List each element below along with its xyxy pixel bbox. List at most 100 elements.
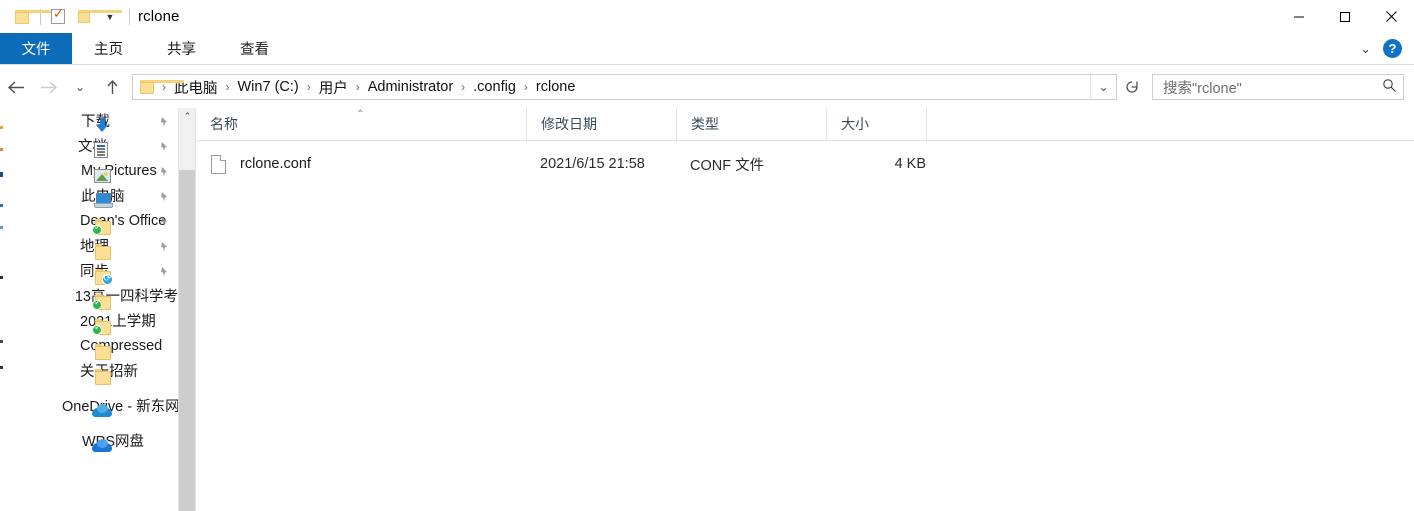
- address-bar: ⌄ › 此电脑 › Win7 (C:) › 用户 › Administrator…: [0, 66, 1414, 108]
- document-icon: [94, 142, 108, 158]
- maximize-button[interactable]: [1322, 0, 1368, 33]
- this-pc-icon: [94, 192, 113, 208]
- breadcrumb-separator: ›: [225, 80, 230, 94]
- scroll-up-arrow-icon[interactable]: ⌃: [179, 108, 196, 125]
- column-header-label: 名称: [210, 116, 238, 132]
- ribbon-tab-bar: 文件 主页 共享 查看 ⌄ ?: [0, 33, 1414, 65]
- window-edge-clip: [0, 108, 3, 511]
- up-button[interactable]: [96, 71, 128, 103]
- search-icon[interactable]: [1382, 78, 1397, 96]
- tab-file[interactable]: 文件: [0, 33, 72, 64]
- conf-file-icon: [210, 154, 226, 174]
- pin-icon[interactable]: [158, 115, 170, 127]
- search-box[interactable]: 搜索"rclone": [1152, 74, 1404, 100]
- pin-icon[interactable]: [158, 215, 170, 227]
- sidebar-item-wps-cloud[interactable]: WPS网盘: [0, 428, 178, 453]
- folder-sync-icon: [92, 219, 111, 235]
- folder-sync-icon: [92, 319, 111, 335]
- breadcrumb-item-config[interactable]: .config: [469, 79, 520, 95]
- file-size: 4 KB: [894, 156, 926, 172]
- sidebar-item-13gaoyi[interactable]: 13高一四科学考: [0, 283, 178, 310]
- breadcrumb-item-win7-c[interactable]: Win7 (C:): [234, 79, 303, 95]
- sidebar-scrollbar[interactable]: ⌃: [178, 108, 196, 511]
- address-dropdown-chevron-down-icon[interactable]: ⌄: [1090, 75, 1116, 99]
- quick-access-toolbar: ▼ rclone: [0, 0, 179, 33]
- pin-icon[interactable]: [158, 265, 170, 277]
- column-header-type[interactable]: 类型: [676, 107, 826, 141]
- sidebar-item-my-pictures[interactable]: My Pictures: [0, 158, 178, 183]
- column-header-date-modified[interactable]: 修改日期: [526, 107, 676, 141]
- sidebar-group-spacer: [0, 383, 178, 393]
- sidebar-item-label: Compressed: [80, 337, 163, 354]
- pin-icon[interactable]: [158, 240, 170, 252]
- folder-icon: [94, 244, 111, 260]
- table-row[interactable]: rclone.conf 2021/6/15 21:58 CONF 文件 4 KB: [196, 149, 1414, 179]
- sidebar-item-downloads[interactable]: 下载: [0, 108, 178, 133]
- pin-icon[interactable]: [158, 190, 170, 202]
- refresh-button[interactable]: [1118, 74, 1146, 100]
- breadcrumb-item-rclone[interactable]: rclone: [532, 79, 580, 95]
- breadcrumb-separator: ›: [461, 80, 466, 94]
- sidebar-item-2021-semester[interactable]: 2021上学期: [0, 308, 178, 335]
- breadcrumb-bar[interactable]: › 此电脑 › Win7 (C:) › 用户 › Administrator ›…: [132, 74, 1117, 100]
- qat-folder-icon[interactable]: [10, 4, 59, 30]
- sidebar-item-deans-office[interactable]: Dean's Office: [0, 208, 178, 235]
- sidebar-group-spacer: [0, 418, 178, 428]
- new-folder-icon[interactable]: [71, 4, 122, 30]
- recent-locations-chevron-down-icon[interactable]: ⌄: [64, 71, 96, 103]
- breadcrumb-item-users[interactable]: 用户: [315, 77, 352, 98]
- ribbon-expand-chevron-down-icon[interactable]: ⌄: [1360, 41, 1371, 57]
- breadcrumb-separator: ›: [306, 80, 311, 94]
- properties-icon[interactable]: [45, 4, 71, 30]
- breadcrumb-folder-icon: [140, 80, 184, 94]
- scrollbar-thumb[interactable]: [179, 170, 196, 511]
- column-header-name[interactable]: 名称 ⌃: [196, 108, 526, 141]
- pin-icon[interactable]: [158, 140, 170, 152]
- folder-icon: [94, 369, 111, 385]
- breadcrumb-separator: ›: [355, 80, 360, 94]
- file-explorer-window: ▼ rclone 文件 主页 共享 查看 ⌄ ?: [0, 0, 1414, 511]
- folder-sync-icon: [92, 294, 111, 310]
- column-header-row: 名称 ⌃ 修改日期 类型 大小: [196, 107, 1414, 141]
- column-header-label: 类型: [691, 116, 719, 132]
- file-icon-wrapper: [196, 154, 240, 174]
- pin-icon[interactable]: [158, 165, 170, 177]
- forward-button[interactable]: [32, 71, 64, 103]
- tab-share[interactable]: 共享: [145, 33, 218, 64]
- file-type: CONF 文件: [690, 157, 765, 174]
- pictures-icon: [94, 169, 111, 183]
- sidebar-item-label: 13高一四科学考: [74, 289, 178, 305]
- breadcrumb: › 此电脑 › Win7 (C:) › 用户 › Administrator ›…: [158, 77, 1090, 98]
- breadcrumb-item-administrator[interactable]: Administrator: [364, 79, 457, 95]
- sidebar-item-sync[interactable]: 同步: [0, 258, 178, 285]
- sidebar-item-geography[interactable]: 地理: [0, 233, 178, 260]
- file-list-pane[interactable]: 名称 ⌃ 修改日期 类型 大小 rclone.conf 2021/6/15 21…: [196, 107, 1414, 511]
- customize-qat-chevron-down-icon[interactable]: ▼: [97, 4, 123, 30]
- column-header-label: 大小: [841, 116, 869, 132]
- ribbon-right-controls: ⌄ ?: [1360, 33, 1414, 64]
- sidebar-item-onedrive[interactable]: OneDrive - 新东网: [0, 393, 178, 418]
- sidebar-item-documents[interactable]: 文档: [0, 133, 178, 158]
- sidebar-item-recruitment[interactable]: 关于招新: [0, 358, 178, 385]
- column-header-end-divider: [926, 107, 927, 141]
- tab-view[interactable]: 查看: [218, 33, 291, 64]
- sidebar-item-this-pc[interactable]: 此电脑: [0, 183, 178, 208]
- close-button[interactable]: [1368, 0, 1414, 33]
- window-controls: [1276, 0, 1414, 33]
- sidebar-item-compressed[interactable]: Compressed: [0, 333, 178, 360]
- back-button[interactable]: [0, 71, 32, 103]
- navigation-pane[interactable]: 下载 文档 My Pictures 此电脑 ✓ Dean's Office 地理…: [0, 108, 178, 511]
- address-bar-right: ⌄: [1090, 75, 1116, 99]
- window-title: rclone: [138, 8, 180, 25]
- minimize-button[interactable]: [1276, 0, 1322, 33]
- sidebar-item-label: My Pictures: [81, 162, 157, 179]
- download-icon: [94, 117, 111, 133]
- search-input[interactable]: 搜索"rclone": [1163, 77, 1382, 98]
- tab-home[interactable]: 主页: [72, 33, 145, 64]
- column-header-size[interactable]: 大小: [826, 107, 926, 141]
- title-separator: [129, 8, 130, 25]
- sidebar-item-label: OneDrive - 新东网: [62, 399, 178, 415]
- wps-cloud-icon: [92, 439, 112, 453]
- help-icon[interactable]: ?: [1383, 39, 1402, 58]
- file-name[interactable]: rclone.conf: [240, 156, 540, 172]
